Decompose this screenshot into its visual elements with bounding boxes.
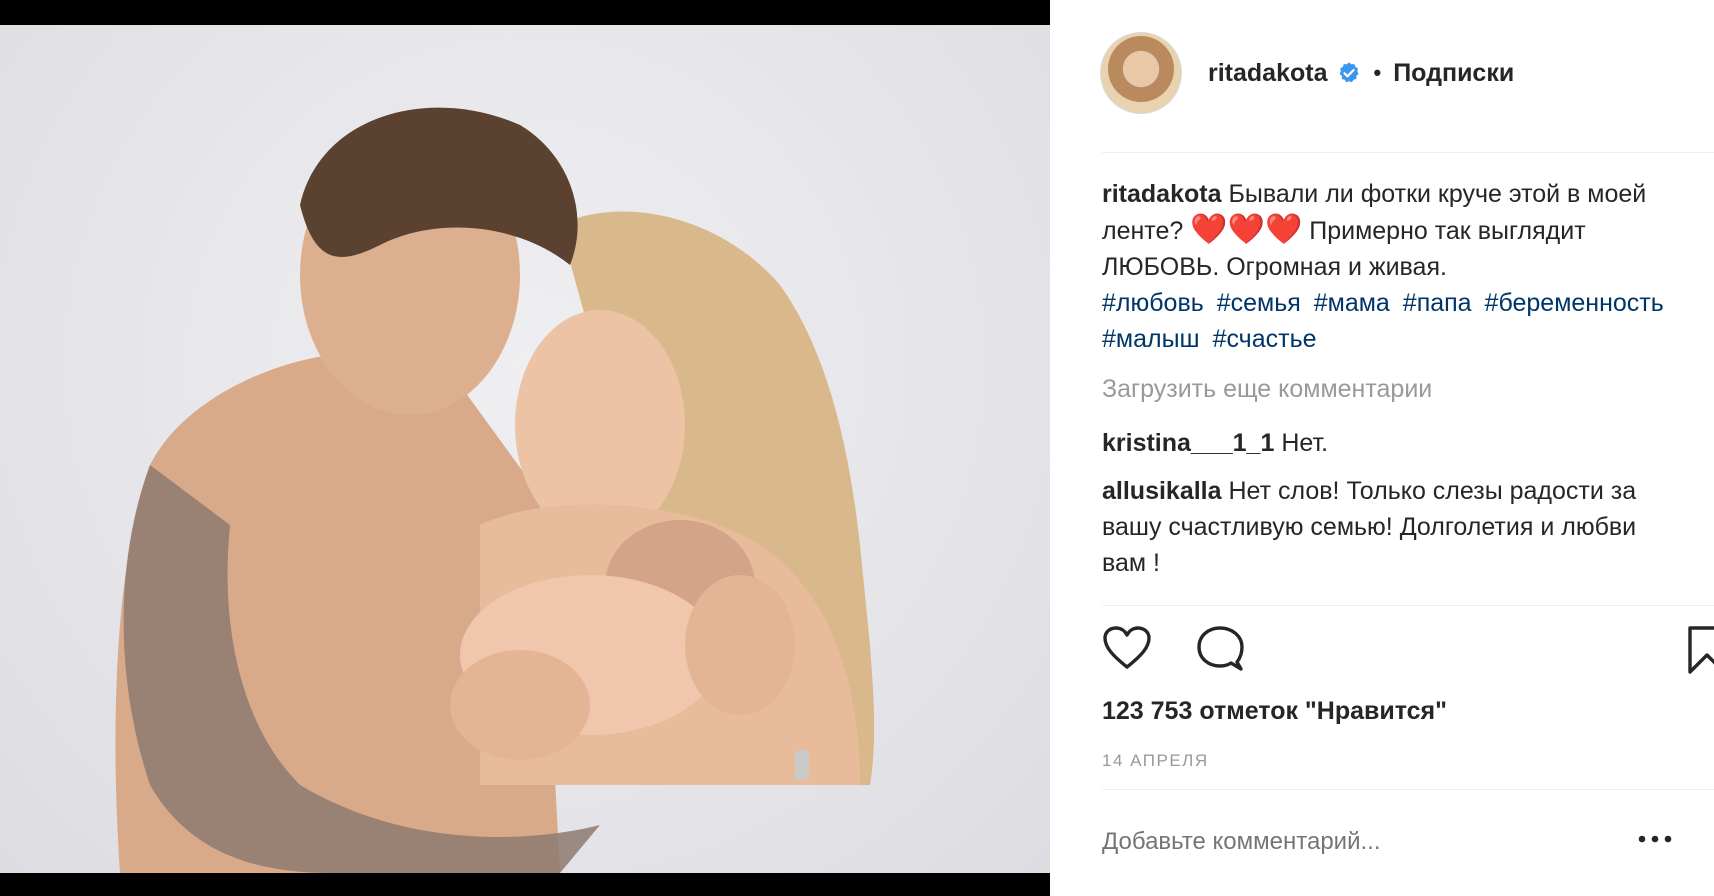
post-header: ritadakota • Подписки xyxy=(1100,32,1680,114)
photo-pane xyxy=(0,0,1050,896)
hearts-emoji: ❤️❤️❤️ xyxy=(1190,213,1303,246)
hashtag-link[interactable]: #семья xyxy=(1217,289,1301,317)
hashtag-link[interactable]: #любовь xyxy=(1102,289,1204,317)
comment-username[interactable]: kristina___1_1 xyxy=(1102,429,1274,457)
hashtag-link[interactable]: #малыш xyxy=(1102,325,1200,353)
hashtag-link[interactable]: #мама xyxy=(1314,289,1390,317)
load-more-comments-link[interactable]: Загрузить еще комментарии xyxy=(1102,371,1682,407)
hashtag-list: #любовь #семья #мама #папа #беременность… xyxy=(1102,285,1682,357)
likes-count[interactable]: 123 753 отметок "Нравится" xyxy=(1102,697,1447,726)
comment-username[interactable]: allusikalla xyxy=(1102,477,1222,505)
add-comment-input[interactable] xyxy=(1102,828,1682,856)
comment-item: allusikalla Нет слов! Только слезы радос… xyxy=(1102,473,1682,581)
verified-badge-icon xyxy=(1340,62,1359,83)
comments-divider xyxy=(1102,605,1714,606)
post-photo[interactable] xyxy=(0,25,1050,873)
comment-bubble-icon[interactable] xyxy=(1196,625,1244,673)
caption-username[interactable]: ritadakota xyxy=(1102,180,1221,208)
caption: ritadakota Бывали ли фотки круче этой в … xyxy=(1102,176,1682,357)
header-divider xyxy=(1102,152,1714,153)
following-button[interactable]: Подписки xyxy=(1393,59,1514,88)
post-date[interactable]: 14 АПРЕЛЯ xyxy=(1102,751,1209,771)
bookmark-icon[interactable] xyxy=(1687,625,1714,675)
username-link[interactable]: ritadakota xyxy=(1208,59,1327,88)
comment-text: Нет. xyxy=(1281,429,1329,457)
comments-section: ritadakota Бывали ли фотки круче этой в … xyxy=(1102,176,1682,593)
footer-divider xyxy=(1102,789,1714,790)
action-bar xyxy=(1102,625,1714,675)
comment-item: kristina___1_1 Нет. xyxy=(1102,425,1682,461)
header-separator: • xyxy=(1373,60,1382,85)
avatar[interactable] xyxy=(1100,32,1182,114)
hashtag-link[interactable]: #папа xyxy=(1403,289,1472,317)
family-photo-illustration xyxy=(115,107,875,873)
heart-icon[interactable] xyxy=(1102,625,1152,671)
hashtag-link[interactable]: #счастье xyxy=(1213,325,1317,353)
more-options-icon[interactable] xyxy=(1638,835,1672,843)
post-side-panel: ritadakota • Подписки ritadakota Бывали … xyxy=(1050,0,1714,896)
hashtag-link[interactable]: #беременность xyxy=(1485,289,1664,317)
